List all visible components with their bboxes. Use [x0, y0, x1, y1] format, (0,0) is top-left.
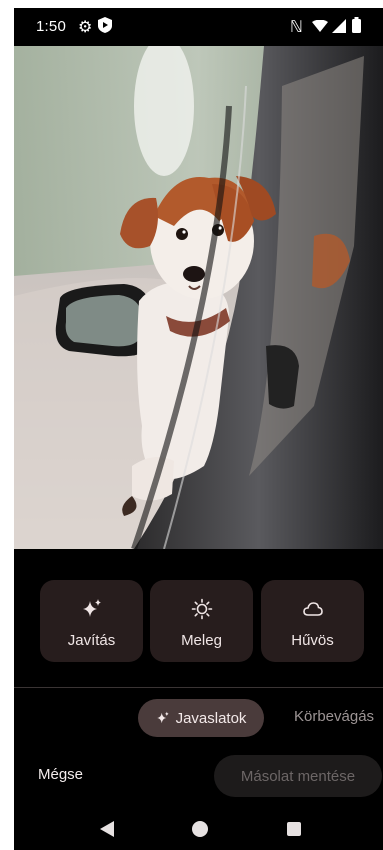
recents-icon[interactable] — [287, 822, 301, 836]
cloud-icon — [261, 598, 364, 620]
shield-icon — [98, 17, 112, 33]
save-copy-label: Másolat mentése — [240, 767, 356, 785]
tab-crop[interactable]: Körbevágás — [294, 708, 374, 725]
home-icon[interactable] — [192, 821, 208, 837]
signal-icon — [332, 19, 346, 33]
system-nav-bar — [14, 810, 383, 850]
tab-suggestions[interactable]: Javaslatok — [138, 699, 264, 737]
back-icon[interactable] — [100, 821, 114, 837]
tab-label: Javaslatok — [175, 709, 247, 727]
settings-icon: ⚙ — [78, 19, 93, 36]
sparkle-icon — [40, 598, 143, 620]
filter-cool-button[interactable]: Hűvös — [261, 580, 364, 662]
sun-icon — [150, 598, 253, 620]
sparkle-icon — [156, 711, 169, 724]
status-time: 1:50 — [36, 18, 66, 35]
photo-editor-screen: 1:50 ⚙ ℕ Javítás Meleg Hűvös Javaslatok … — [14, 8, 383, 850]
battery-icon — [352, 17, 361, 33]
filter-label: Meleg — [181, 632, 222, 649]
filter-warm-button[interactable]: Meleg — [150, 580, 253, 662]
filter-label: Javítás — [67, 632, 116, 649]
status-bar: 1:50 ⚙ ℕ — [14, 8, 383, 46]
cancel-button[interactable]: Mégse — [38, 766, 83, 783]
dog-photo — [14, 46, 383, 549]
filter-enhance-button[interactable]: Javítás — [40, 580, 143, 662]
save-copy-button[interactable]: Másolat mentése — [214, 755, 382, 797]
filter-label: Hűvös — [291, 632, 334, 649]
filter-suggestions: Javítás Meleg Hűvös — [40, 580, 364, 662]
nfc-icon: ℕ — [290, 17, 303, 36]
wifi-icon — [312, 20, 328, 32]
photo-preview[interactable] — [14, 46, 383, 549]
divider — [14, 687, 383, 688]
